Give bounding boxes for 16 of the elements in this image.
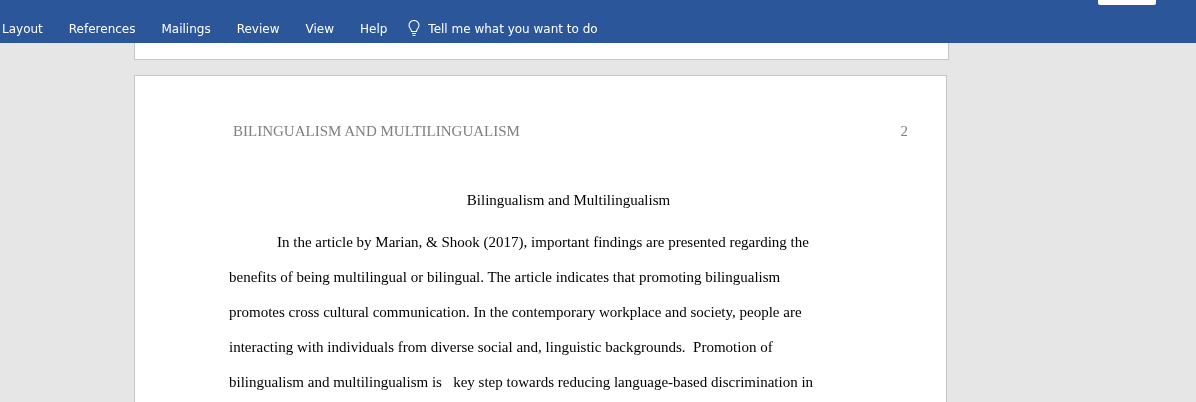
ribbon-tab[interactable]: Review: [223, 17, 293, 40]
ribbon-tab[interactable]: Layout: [0, 17, 56, 40]
page-number: 2: [900, 123, 908, 140]
lightbulb-icon: [408, 20, 421, 37]
ribbon-tab[interactable]: Mailings: [148, 17, 224, 40]
body-text-line: bilingualism and multilingualism is key step towards reducing language-based discrimination in: [229, 373, 814, 392]
running-head: BILINGUALISM AND MULTILINGUALISM: [233, 123, 520, 140]
ribbon-tab[interactable]: Help: [347, 17, 401, 40]
body-text-line: In the article by Marian, & Shook (2017), important findings are presented regarding the: [277, 233, 809, 252]
ribbon-tab[interactable]: View: [292, 17, 347, 40]
body-text-line: benefits of being multilingual or bilingual. The article indicates that promoting bilingualism: [229, 268, 781, 287]
body-text-line: promotes cross cultural communication. In the contemporary workplace and society, people are: [229, 303, 802, 322]
document-title: Bilingualism and Multilingualism: [465, 192, 672, 209]
body-text-line: interacting with individuals from diverse social and, linguistic backgrounds. Promotion of: [229, 338, 773, 357]
tell-me-field[interactable]: Tell me what you want to do: [428, 21, 598, 36]
ribbon-tab[interactable]: References: [55, 17, 149, 40]
